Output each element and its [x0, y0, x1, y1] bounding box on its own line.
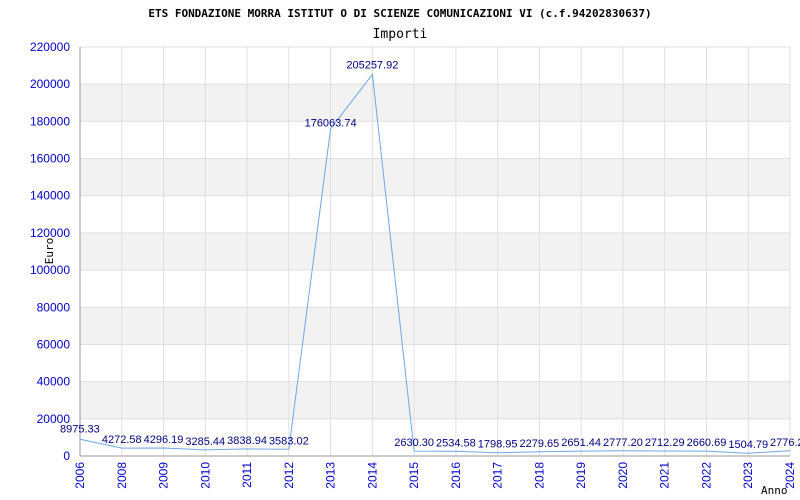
- y-tick-label: 220000: [30, 40, 70, 54]
- x-tick-label: 2019: [574, 462, 588, 489]
- y-tick-label: 40000: [37, 375, 71, 389]
- y-tick-label: 140000: [30, 189, 70, 203]
- grid-band: [80, 381, 790, 419]
- grid-band: [80, 232, 790, 271]
- y-tick-label: 0: [63, 449, 70, 463]
- y-tick-label: 80000: [37, 300, 71, 314]
- y-axis-label: Euro: [43, 238, 56, 265]
- x-tick-label: 2014: [365, 462, 379, 489]
- data-label: 2534.58: [436, 437, 476, 449]
- data-label: 2777.20: [603, 437, 643, 449]
- y-tick-label: 180000: [30, 114, 70, 128]
- y-tick-label: 160000: [30, 152, 70, 166]
- x-tick-label: 2008: [115, 462, 129, 489]
- data-label: 2776.2: [770, 437, 800, 449]
- grid-bands: [80, 84, 790, 419]
- data-label: 3285.44: [185, 436, 225, 448]
- grid-band: [80, 158, 790, 196]
- x-tick-label: 2022: [699, 462, 713, 489]
- data-label: 1504.79: [728, 439, 768, 451]
- chart: 0200004000060000800001000001200001400001…: [30, 7, 800, 497]
- y-tick-label: 60000: [37, 337, 71, 351]
- x-tick-label: 2021: [658, 462, 672, 489]
- x-tick-label: 2013: [324, 462, 338, 489]
- chart-subtitle: Importi: [373, 27, 428, 42]
- data-label: 176063.74: [305, 118, 357, 130]
- data-label: 2712.29: [645, 437, 685, 449]
- x-tick-label: 2011: [240, 462, 254, 488]
- chart-title: ETS FONDAZIONE MORRA ISTITUT O DI SCIENZ…: [148, 7, 651, 20]
- x-tick-labels: 2006 2008 2009 2010 2011 2012 2013 2014 2015 2016…: [73, 462, 797, 489]
- x-tick-label: 2015: [407, 462, 421, 489]
- data-label: 1798.95: [478, 439, 518, 451]
- data-label: 2279.65: [520, 438, 560, 450]
- grid-band: [80, 307, 790, 345]
- grid-band: [80, 84, 790, 122]
- data-label: 8975.33: [60, 423, 100, 435]
- data-label: 4296.19: [144, 434, 184, 446]
- data-label: 2660.69: [687, 437, 727, 449]
- data-label: 4272.58: [102, 434, 142, 446]
- data-label: 3583.02: [269, 435, 309, 447]
- x-tick-label: 2023: [741, 462, 755, 489]
- data-label: 205257.92: [346, 59, 398, 71]
- x-tick-label: 2012: [282, 462, 296, 489]
- x-axis-label: Anno: [761, 484, 788, 497]
- x-tick-label: 2018: [532, 462, 546, 489]
- data-label: 3838.94: [227, 435, 267, 447]
- x-tick-label: 2016: [449, 462, 463, 489]
- y-tick-label: 200000: [30, 77, 70, 91]
- x-tick-label: 2010: [198, 462, 212, 489]
- x-tick-label: 2020: [616, 462, 630, 489]
- x-tick-label: 2017: [491, 462, 505, 489]
- data-label: 2651.44: [561, 437, 601, 449]
- x-tick-label: 2006: [73, 462, 87, 489]
- x-tick-label: 2009: [157, 462, 171, 489]
- data-label: 2630.30: [394, 437, 434, 449]
